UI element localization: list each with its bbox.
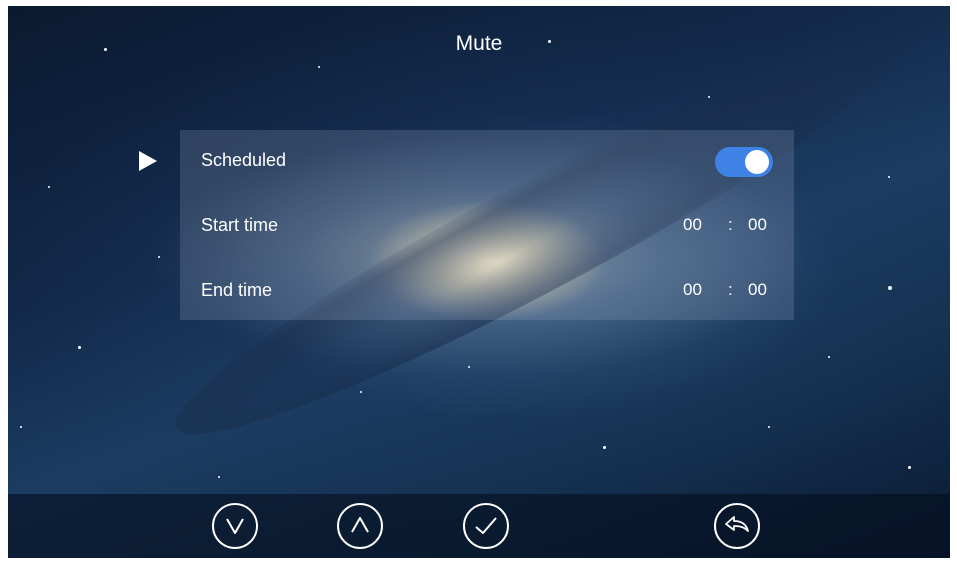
settings-panel: Scheduled Start time 00 : 00 End time 00… xyxy=(180,130,794,320)
star xyxy=(768,426,770,428)
star xyxy=(318,66,320,68)
page-title: Mute xyxy=(455,32,503,55)
back-button[interactable] xyxy=(714,503,760,549)
star xyxy=(708,96,710,98)
down-button[interactable] xyxy=(212,503,258,549)
start-time-separator: : xyxy=(728,215,733,234)
selection-pointer-icon xyxy=(139,151,157,171)
star xyxy=(828,356,830,358)
star xyxy=(360,391,362,393)
start-hours-field[interactable]: 00 xyxy=(683,215,702,235)
end-minutes-field[interactable]: 00 xyxy=(748,280,767,300)
start-minutes-field[interactable]: 00 xyxy=(748,215,767,235)
check-icon xyxy=(475,517,497,534)
star xyxy=(48,186,50,188)
end-hours-field[interactable]: 00 xyxy=(683,280,702,300)
scheduled-toggle[interactable] xyxy=(715,147,773,177)
end-time-label: End time xyxy=(201,280,273,300)
star xyxy=(908,466,911,469)
star xyxy=(218,476,220,478)
chevron-up-icon xyxy=(351,517,369,533)
up-button[interactable] xyxy=(337,503,383,549)
row-scheduled[interactable]: Scheduled xyxy=(180,130,794,190)
star xyxy=(20,426,22,428)
bottom-toolbar xyxy=(8,494,950,558)
end-time-separator: : xyxy=(728,280,733,299)
scheduled-label: Scheduled xyxy=(201,150,287,170)
mute-settings-screen: Mute Scheduled Start time 00 : 00 End ti… xyxy=(8,6,950,558)
toggle-knob xyxy=(745,150,769,174)
star xyxy=(603,446,606,449)
back-arrow-icon xyxy=(725,516,749,532)
row-end-time[interactable]: End time 00 : 00 xyxy=(180,260,794,320)
chevron-down-icon xyxy=(226,518,244,534)
row-start-time[interactable]: Start time 00 : 00 xyxy=(180,195,794,255)
confirm-button[interactable] xyxy=(463,503,509,549)
star xyxy=(888,176,890,178)
star xyxy=(468,366,470,368)
star xyxy=(78,346,81,349)
start-time-label: Start time xyxy=(201,215,279,235)
star xyxy=(158,256,160,258)
star xyxy=(888,286,892,290)
